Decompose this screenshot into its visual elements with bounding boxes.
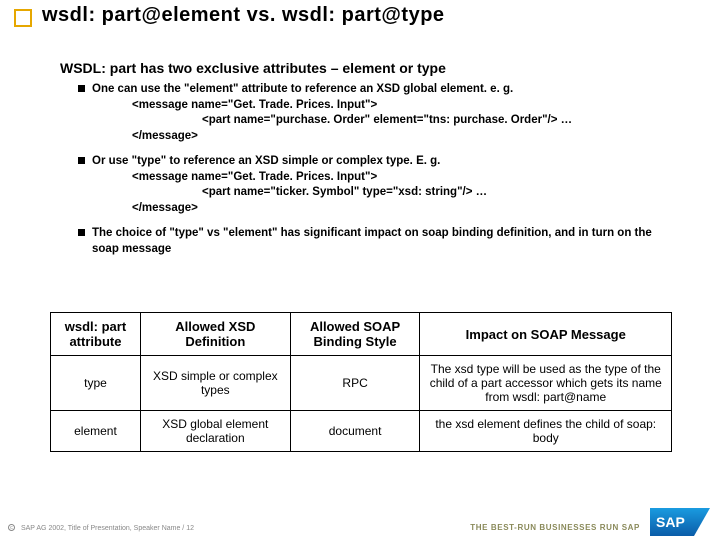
code-line: </message> — [92, 129, 678, 145]
code-line: <message name="Get. Trade. Prices. Input… — [92, 170, 678, 186]
cell: XSD global element declaration — [140, 411, 290, 452]
sap-logo-icon: SAP — [650, 508, 710, 536]
footer: c SAP AG 2002, Title of Presentation, Sp… — [8, 524, 194, 532]
tagline: THE BEST-RUN BUSINESSES RUN SAP — [470, 523, 640, 532]
title-bullet-icon — [14, 9, 32, 27]
cell: type — [51, 356, 141, 411]
footer-text: SAP AG 2002, Title of Presentation, Spea… — [21, 525, 194, 532]
col-header: Impact on SOAP Message — [420, 313, 672, 356]
cell: RPC — [290, 356, 420, 411]
bullet-lead: Or use "type" to reference an XSD simple… — [92, 155, 440, 167]
cell: element — [51, 411, 141, 452]
page-title: wsdl: part@element vs. wsdl: part@type — [42, 4, 445, 27]
bullet-lead: The choice of "type" vs "element" has si… — [92, 227, 652, 255]
list-item: Or use "type" to reference an XSD simple… — [78, 154, 678, 216]
col-header: Allowed SOAP Binding Style — [290, 313, 420, 356]
bullet-lead: One can use the "element" attribute to r… — [92, 83, 513, 95]
list-item: The choice of "type" vs "element" has si… — [78, 226, 678, 257]
cell: document — [290, 411, 420, 452]
page-subheading: WSDL: part has two exclusive attributes … — [60, 60, 446, 76]
col-header: Allowed XSD Definition — [140, 313, 290, 356]
table-row: wsdl: part attribute Allowed XSD Definit… — [51, 313, 672, 356]
bullet-list: One can use the "element" attribute to r… — [78, 82, 678, 267]
cell: the xsd element defines the child of soa… — [420, 411, 672, 452]
code-line: <message name="Get. Trade. Prices. Input… — [92, 98, 678, 114]
code-line: </message> — [92, 201, 678, 217]
code-line: <part name="ticker. Symbol" type="xsd: s… — [92, 185, 678, 201]
col-header: wsdl: part attribute — [51, 313, 141, 356]
code-line: <part name="purchase. Order" element="tn… — [92, 113, 678, 129]
cell: XSD simple or complex types — [140, 356, 290, 411]
table-row: type XSD simple or complex types RPC The… — [51, 356, 672, 411]
list-item: One can use the "element" attribute to r… — [78, 82, 678, 144]
table-row: element XSD global element declaration d… — [51, 411, 672, 452]
svg-text:SAP: SAP — [656, 514, 685, 530]
cell: The xsd type will be used as the type of… — [420, 356, 672, 411]
copyright-icon: c — [8, 524, 15, 531]
comparison-table: wsdl: part attribute Allowed XSD Definit… — [50, 312, 672, 452]
